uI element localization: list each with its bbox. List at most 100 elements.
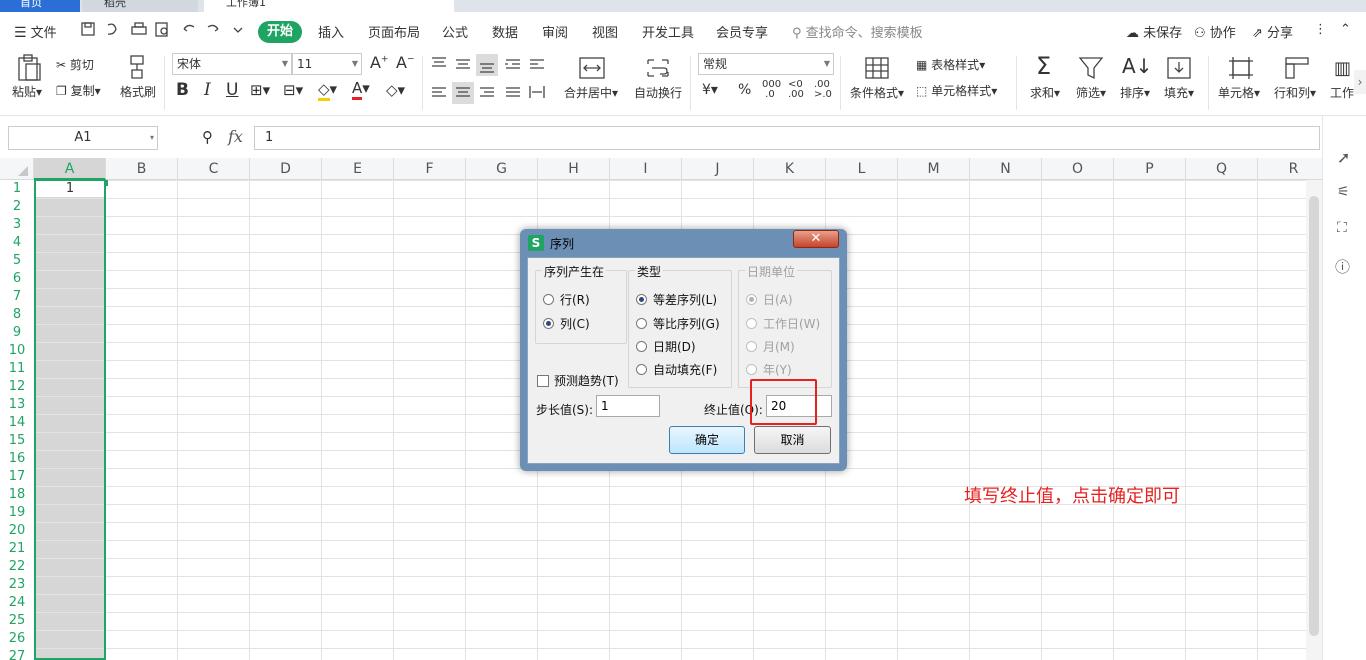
row-header-10[interactable]: 10 [0,342,34,360]
column-header-n[interactable]: N [970,158,1042,180]
row-header-22[interactable]: 22 [0,558,34,576]
tab-workbook1[interactable]: 工作簿1 [204,0,454,12]
row-header-18[interactable]: 18 [0,486,34,504]
underline-icon[interactable]: U [226,80,238,100]
border-icon[interactable]: ⊞▾ [250,81,270,99]
row-header-24[interactable]: 24 [0,594,34,612]
column-header-h[interactable]: H [538,158,610,180]
radio-year[interactable]: 年(Y) [746,361,792,378]
copy-button[interactable]: ❐ 复制▾ [56,82,101,99]
row-header-20[interactable]: 20 [0,522,34,540]
italic-icon[interactable]: I [204,80,211,100]
menu-file[interactable]: ☰ 文件 [14,22,57,41]
column-header-d[interactable]: D [250,158,322,180]
select-all-corner[interactable] [0,158,34,180]
row-header-14[interactable]: 14 [0,414,34,432]
collapse-ribbon-icon[interactable]: ⌃ [1340,22,1351,37]
column-header-k[interactable]: K [754,158,826,180]
conditional-format-button[interactable]: 条件格式▾ [850,84,904,101]
column-header-p[interactable]: P [1114,158,1186,180]
row-header-5[interactable]: 5 [0,252,34,270]
menu-view[interactable]: 视图 [592,22,618,41]
row-header-23[interactable]: 23 [0,576,34,594]
currency-icon[interactable]: ¥▾ [702,82,718,98]
radio-month[interactable]: 月(M) [746,338,795,355]
row-header-1[interactable]: 1 [0,180,34,198]
column-header-b[interactable]: B [106,158,178,180]
bold-icon[interactable]: B [176,80,189,100]
menu-review[interactable]: 审阅 [542,22,568,41]
fill-button[interactable]: 填充▾ [1164,84,1194,101]
menu-page-layout[interactable]: 页面布局 [368,22,420,41]
radio-row[interactable]: 行(R) [543,291,590,308]
tab-start[interactable]: 开始 [258,21,302,43]
column-header-a[interactable]: A [34,158,106,180]
command-search[interactable]: ⚲ 查找命令、搜索模板 [792,22,923,41]
row-header-19[interactable]: 19 [0,504,34,522]
paste-button[interactable]: 粘贴▾ [12,83,42,100]
cell-style-button[interactable]: ⬚ 单元格样式▾ [916,82,997,99]
cell-button[interactable]: 单元格▾ [1218,84,1260,101]
formula-input[interactable]: 1 [254,126,1320,150]
tab-docer[interactable]: 稻壳 [82,0,198,12]
more-icon[interactable]: ⋮ [1314,22,1327,37]
menu-developer[interactable]: 开发工具 [642,22,694,41]
column-header-i[interactable]: I [610,158,682,180]
cut-button[interactable]: ✂ 剪切 [56,56,94,73]
scroll-thumb[interactable] [1309,196,1319,636]
ok-button[interactable]: 确定 [669,426,745,454]
settings-sliders-icon[interactable]: ⚟ [1337,184,1350,200]
radio-day[interactable]: 日(A) [746,291,793,308]
row-header-13[interactable]: 13 [0,396,34,414]
row-header-9[interactable]: 9 [0,324,34,342]
vertical-scrollbar[interactable] [1306,180,1322,660]
ribbon-scroll-right-icon[interactable]: › [1354,70,1366,94]
row-header-6[interactable]: 6 [0,270,34,288]
cell-border-style-icon[interactable]: ⊟▾ [283,81,303,99]
cursor-select-icon[interactable]: ➚ [1337,148,1350,167]
column-header-r[interactable]: R [1258,158,1306,180]
row-header-4[interactable]: 4 [0,234,34,252]
row-header-21[interactable]: 21 [0,540,34,558]
row-header-15[interactable]: 15 [0,432,34,450]
font-size-select[interactable]: 11 ▼ [292,53,362,75]
radio-date[interactable]: 日期(D) [636,338,696,355]
zoom-lookup-icon[interactable]: ⚲ [202,128,213,146]
radio-growth[interactable]: 等比序列(G) [636,315,720,332]
sort-button[interactable]: 排序▾ [1120,84,1150,101]
font-name-select[interactable]: 宋体 ▼ [172,53,292,75]
filter-button[interactable]: 筛选▾ [1076,84,1106,101]
column-header-g[interactable]: G [466,158,538,180]
table-style-button[interactable]: ▦ 表格样式▾ [916,56,985,73]
column-header-m[interactable]: M [898,158,970,180]
collab-button[interactable]: ⚇ 协作 [1194,22,1236,41]
number-format-select[interactable]: 常规 ▼ [698,53,834,75]
percent-icon[interactable]: % [738,82,751,98]
row-header-26[interactable]: 26 [0,630,34,648]
help-icon[interactable]: ⓘ [1335,256,1350,277]
row-header-3[interactable]: 3 [0,216,34,234]
decrease-decimal-icon[interactable]: .00 >.0 [814,80,832,100]
row-header-11[interactable]: 11 [0,360,34,378]
column-header-o[interactable]: O [1042,158,1114,180]
clear-format-icon[interactable]: ◇▾ [386,81,405,99]
trend-checkbox[interactable]: 预测趋势(T) [537,372,619,389]
alignment-icons[interactable] [428,54,552,110]
row-header-8[interactable]: 8 [0,306,34,324]
radio-linear[interactable]: 等差序列(L) [636,291,717,308]
row-header-17[interactable]: 17 [0,468,34,486]
font-color-icon[interactable]: A▾ [352,79,370,100]
quick-access-icons[interactable] [80,21,250,39]
decrease-font-icon[interactable]: A− [396,53,415,72]
radio-col[interactable]: 列(C) [543,315,590,332]
sum-button[interactable]: 求和▾ [1030,84,1060,101]
tab-home[interactable]: 首页 [0,0,80,12]
name-box[interactable]: A1 ▾ [8,126,158,150]
cell-a1[interactable]: 1 [36,181,104,197]
column-header-e[interactable]: E [322,158,394,180]
menu-member[interactable]: 会员专享 [716,22,768,41]
step-input[interactable]: 1 [596,395,660,417]
menu-data[interactable]: 数据 [492,22,518,41]
row-header-16[interactable]: 16 [0,450,34,468]
radio-weekday[interactable]: 工作日(W) [746,315,820,332]
